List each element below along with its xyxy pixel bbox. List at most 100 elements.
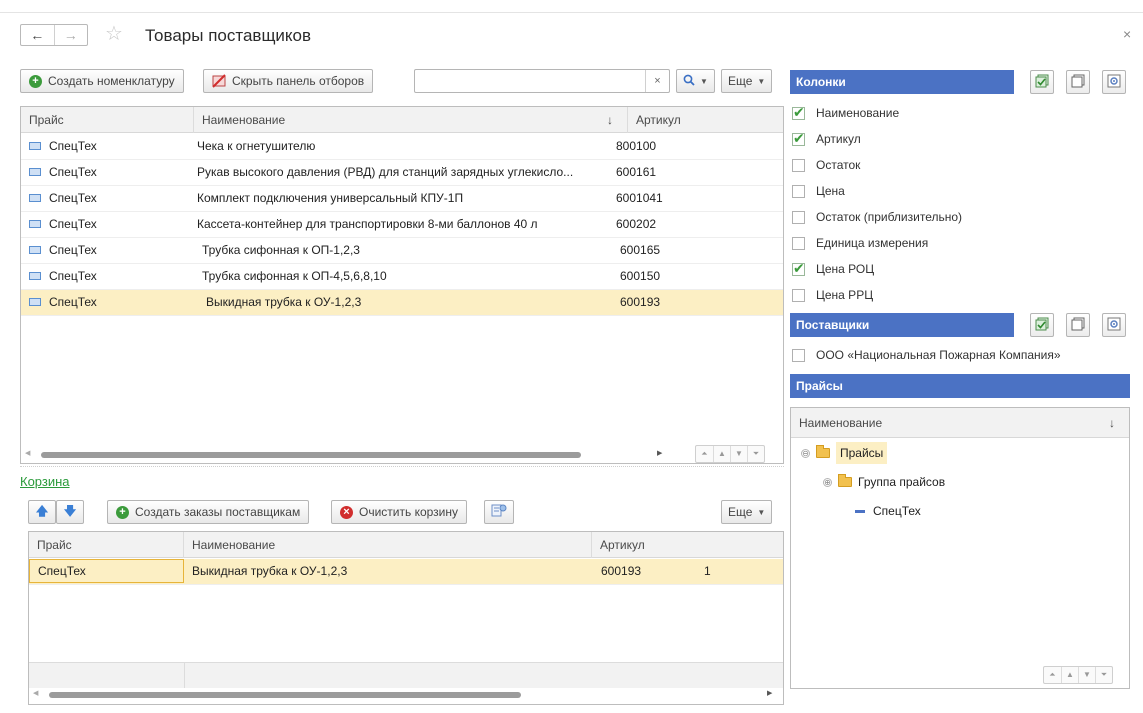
tree-node[interactable]: СпецТех: [855, 500, 921, 522]
scroll-left-icon[interactable]: ◀: [33, 689, 38, 697]
column-option[interactable]: Цена: [792, 181, 845, 201]
expand-toggle-icon[interactable]: ⊕: [823, 477, 832, 487]
scroll-bottom-icon[interactable]: ⏷: [747, 446, 764, 462]
table-row[interactable]: СпецТех Рукав высокого давления (РВД) для…: [21, 160, 783, 186]
scroll-up-icon[interactable]: ▲: [713, 446, 730, 462]
column-option-label: Артикул: [816, 132, 861, 146]
column-option[interactable]: Остаток (приблизительно): [792, 207, 962, 227]
move-up-button[interactable]: 🡅: [28, 500, 56, 524]
columns-settings-button[interactable]: [1102, 70, 1126, 94]
checkbox[interactable]: [792, 260, 805, 277]
scroll-down-icon[interactable]: ▼: [730, 446, 747, 462]
cell-price-text: СпецТех: [49, 269, 97, 283]
cart-horizontal-scrollbar[interactable]: ◀ ▶: [29, 689, 783, 700]
hide-filters-button[interactable]: Скрыть панель отборов: [203, 69, 374, 93]
cell-price-text: СпецТех: [49, 139, 97, 153]
column-option[interactable]: Цена РРЦ: [792, 285, 873, 305]
column-header-article[interactable]: Артикул: [628, 107, 783, 133]
cart-column-name[interactable]: Наименование: [184, 532, 592, 558]
expand-toggle-icon[interactable]: ⊖: [801, 448, 810, 458]
search-button[interactable]: ▼: [676, 69, 715, 93]
cell-article: 600193: [620, 295, 661, 309]
cell-price: СпецТех: [29, 290, 189, 316]
cart-more-button[interactable]: Еще ▼: [721, 500, 773, 524]
top-divider: [0, 12, 1143, 13]
move-down-button[interactable]: 🡇: [56, 500, 84, 524]
scroll-right-icon[interactable]: ▶: [657, 449, 662, 457]
table-row[interactable]: СпецТех Кассета-контейнер для транспортир…: [21, 212, 783, 238]
table-row[interactable]: СпецТех Чека к огнетушителю 800100: [21, 134, 783, 160]
arrow-down-icon: 🡇: [63, 503, 77, 518]
horizontal-scrollbar[interactable]: ◀ ▶: [21, 450, 671, 460]
column-option[interactable]: Единица измерения: [792, 233, 928, 253]
scrollbar-thumb[interactable]: [41, 452, 581, 458]
tree-node-label: Прайсы: [836, 442, 888, 464]
clear-cart-button[interactable]: × Очистить корзину: [331, 500, 467, 524]
cart-settings-button[interactable]: [484, 500, 514, 524]
create-item-button[interactable]: + Создать номенклатуру: [20, 69, 184, 93]
checkbox[interactable]: [792, 130, 805, 147]
cart-column-price[interactable]: Прайс: [29, 532, 184, 558]
checkbox[interactable]: [792, 184, 805, 198]
products-table-header: Прайс Наименование ↓ Артикул: [21, 107, 783, 133]
cell-article: 600161: [616, 165, 657, 179]
scroll-top-icon[interactable]: ⏶: [696, 446, 713, 462]
column-option[interactable]: Артикул: [792, 129, 861, 149]
table-row[interactable]: СпецТех Выкидная трубка к ОУ-1,2,3 600193: [21, 290, 783, 316]
cell-price-text: СпецТех: [49, 191, 97, 205]
columns-clear-all-button[interactable]: [1066, 70, 1090, 94]
cart-row[interactable]: СпецТех Выкидная трубка к ОУ-1,2,3 600193 1: [29, 559, 783, 585]
search-clear-button[interactable]: ×: [645, 70, 669, 92]
scroll-up-icon[interactable]: ▲: [1061, 667, 1078, 683]
scroll-top-icon[interactable]: ⏶: [1044, 667, 1061, 683]
tree-node[interactable]: ⊕ Группа прайсов: [823, 471, 945, 493]
cart-link[interactable]: Корзина: [20, 474, 70, 489]
column-option[interactable]: Цена РОЦ: [792, 259, 874, 279]
cell-price-text: СпецТех: [49, 217, 97, 231]
cart-table: Прайс Наименование Артикул СпецТех Выкидн…: [28, 531, 784, 705]
suppliers-select-all-button[interactable]: [1030, 313, 1054, 337]
favorite-star-icon[interactable]: ☆: [105, 23, 123, 45]
check-all-icon: [1035, 317, 1049, 334]
search-input[interactable]: ×: [414, 69, 670, 93]
columns-select-all-button[interactable]: [1030, 70, 1054, 94]
cell-name: Трубка сифонная к ОП-4,5,6,8,10: [202, 269, 387, 283]
suppliers-settings-button[interactable]: [1102, 313, 1126, 337]
checkbox[interactable]: [792, 348, 805, 362]
column-header-price[interactable]: Прайс: [21, 107, 194, 133]
table-row[interactable]: СпецТех Трубка сифонная к ОП-4,5,6,8,10 60…: [21, 264, 783, 290]
checkbox[interactable]: [792, 288, 805, 302]
scrollbar-thumb[interactable]: [49, 692, 521, 698]
back-button[interactable]: ←: [21, 25, 54, 45]
column-option[interactable]: Наименование: [792, 103, 899, 123]
cart-column-article[interactable]: Артикул: [592, 532, 783, 558]
checkbox[interactable]: [792, 236, 805, 250]
price-list-icon: [29, 245, 41, 254]
price-list-icon: [29, 297, 41, 306]
prices-column-name[interactable]: Наименование ↓: [791, 408, 1129, 438]
close-icon[interactable]: ×: [1123, 26, 1131, 42]
create-orders-label: Создать заказы поставщикам: [135, 505, 301, 519]
scroll-bottom-icon[interactable]: ⏷: [1095, 667, 1112, 683]
scroll-right-icon[interactable]: ▶: [767, 689, 772, 697]
checkbox[interactable]: [792, 104, 805, 121]
scroll-left-icon[interactable]: ◀: [25, 449, 30, 457]
forward-button[interactable]: →: [53, 25, 88, 45]
add-icon: +: [29, 74, 42, 88]
checkbox[interactable]: [792, 158, 805, 172]
more-button[interactable]: Еще ▼: [721, 69, 773, 93]
column-option-label: Наименование: [816, 106, 900, 120]
table-row[interactable]: СпецТех Трубка сифонная к ОП-1,2,3 600165: [21, 238, 783, 264]
tree-node[interactable]: ⊖ Прайсы: [801, 442, 888, 464]
table-row[interactable]: СпецТех Комплект подключения универсальны…: [21, 186, 783, 212]
supplier-option[interactable]: ООО «Национальная Пожарная Компания»: [792, 345, 1061, 365]
create-orders-button[interactable]: + Создать заказы поставщикам: [107, 500, 310, 524]
checkbox[interactable]: [792, 210, 805, 224]
scroll-down-icon[interactable]: ▼: [1078, 667, 1095, 683]
column-option[interactable]: Остаток: [792, 155, 860, 175]
cart-cell-quantity: 1: [704, 564, 711, 578]
column-header-name[interactable]: Наименование ↓: [194, 107, 628, 133]
splitter[interactable]: [20, 466, 784, 467]
suppliers-clear-all-button[interactable]: [1066, 313, 1090, 337]
check-all-icon: [1035, 74, 1049, 91]
